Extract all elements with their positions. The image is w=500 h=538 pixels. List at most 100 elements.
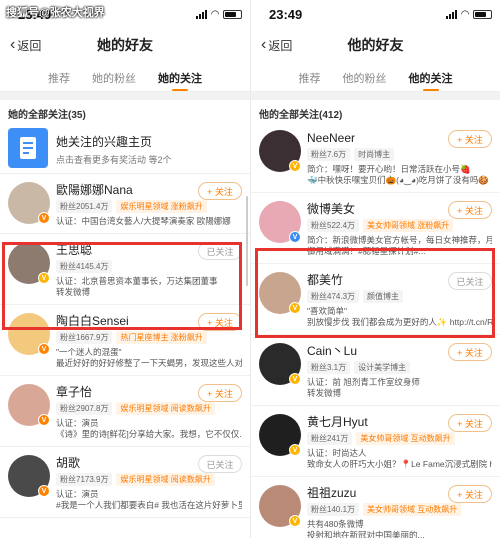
wifi-icon: ◠ (211, 8, 219, 20)
user-meta: 粉丝2051.4万 娱乐明星领域 涨粉飙升 (56, 200, 242, 213)
tab-bar: 推荐 她的粉丝 她的关注 (0, 62, 250, 92)
fans-count: 粉丝2907.8万 (56, 402, 113, 415)
user-row[interactable]: V 章子怡 粉丝2907.8万 娱乐明星领域 阅读数飙升 认证：演员 《诗》里的诗[鲜花]… (0, 376, 250, 447)
fans-count: 粉丝1667.9万 (56, 331, 113, 344)
scrollbar[interactable] (246, 196, 248, 286)
verified-badge-icon: V (38, 343, 50, 355)
fans-count: 粉丝3.1万 (307, 361, 351, 374)
tab-fans[interactable]: 他的粉丝 (343, 62, 387, 91)
category-tag: 热门星座博主 涨粉飙升 (116, 331, 207, 344)
user-description: 认证：中国台湾女藝人/大提琴演奏家 歐陽娜娜 (56, 216, 231, 226)
back-label: 返回 (17, 38, 42, 53)
wifi-icon: ◠ (461, 8, 469, 20)
user-description: 简介：嘿呀！要开心哟！日常活跃在小号🍓 (307, 164, 471, 174)
right-phone-screen: 23:49 ◠ ‹ 返回 他的好友 推荐 他的粉丝 他的关注 他的全部关注(412… (250, 0, 500, 538)
battery-icon (473, 9, 492, 19)
fans-count: 粉丝7.6万 (307, 148, 351, 161)
user-meta: 粉丝3.1万 设计美学博主 (307, 361, 492, 374)
verified-badge-icon: V (289, 160, 301, 172)
verified-badge-icon: V (289, 515, 301, 527)
verified-badge-icon: V (38, 414, 50, 426)
user-description: 认证：演员 (56, 418, 99, 428)
user-description: 认证：演员 (56, 489, 99, 499)
follow-button[interactable]: + 关注 (198, 182, 242, 200)
user-description: "一个迷人的混蛋" (56, 347, 122, 357)
divider (0, 92, 250, 100)
document-icon (8, 128, 48, 168)
user-row[interactable]: V 歐陽娜娜Nana 粉丝2051.4万 娱乐明星领域 涨粉飙升 认证：中国台湾女藝人/… (0, 174, 250, 234)
user-row[interactable]: V 胡歌 粉丝7173.9万 娱乐明星领域 阅读数飙升 认证：演员 #我是一个人我们都要表… (0, 447, 250, 518)
user-meta: 粉丝7173.9万 娱乐明星领域 阅读数飙升 (56, 473, 242, 486)
latest-post: 转发微博 (307, 388, 342, 398)
tab-recommend[interactable]: 推荐 (299, 62, 321, 91)
user-row[interactable]: V NeeNeer 粉丝7.6万 时尚博主 简介：嘿呀！要开心哟！日常活跃在小号🍓 🐳中秋… (251, 122, 500, 193)
follow-button[interactable]: + 关注 (448, 201, 492, 219)
follow-button[interactable]: + 关注 (448, 414, 492, 432)
chevron-left-icon: ‹ (261, 36, 267, 53)
user-description: 认证：时尚达人 (307, 448, 367, 458)
highlight-box (2, 242, 242, 330)
signal-icon (446, 9, 458, 19)
nav-bar: ‹ 返回 她的好友 (0, 28, 250, 62)
category-tag: 美女帅哥领域 互动数飙升 (356, 432, 455, 445)
divider (251, 92, 500, 100)
status-bar: 23:49 ◠ (251, 0, 500, 28)
followed-button[interactable]: 已关注 (198, 455, 242, 473)
verified-badge-icon: V (38, 212, 50, 224)
user-row[interactable]: V Cain丶Lu 粉丝3.1万 设计美学博主 认证：前 旭剂青工作室纹身师 转发微博 + … (251, 335, 500, 406)
fans-count: 粉丝140.1万 (307, 503, 360, 516)
user-row[interactable]: V 祖祖zuzu 粉丝140.1万 美女帅哥领域 互动数飙升 共有480条微博 投射和地在… (251, 477, 500, 538)
highlight-box (255, 248, 495, 338)
watermark-text: 搜狐号@张农大视界 (6, 7, 105, 19)
verified-badge-icon: V (289, 373, 301, 385)
verified-badge-icon: V (38, 485, 50, 497)
signal-icon (196, 9, 208, 19)
user-description: 简介：新浪微博美女官方帐号，每日女神推荐，月... (307, 235, 492, 245)
screenshot-root: 23:49 ◠ ‹ 返回 她的好友 推荐 她的粉丝 她的关注 她的全部关注(35)… (0, 0, 500, 538)
status-icons: ◠ (196, 9, 242, 20)
status-icons: ◠ (446, 9, 492, 20)
fans-count: 粉丝7173.9万 (56, 473, 113, 486)
interest-title: 她关注的兴趣主页 (56, 135, 153, 149)
follow-button[interactable]: + 关注 (448, 130, 492, 148)
category-tag: 娱乐明星领域 阅读数飙升 (116, 473, 215, 486)
section-title: 他的全部关注(412) (259, 110, 343, 121)
user-meta: 粉丝241万 美女帅哥领域 互动数飙升 (307, 432, 492, 445)
fans-count: 粉丝241万 (307, 432, 353, 445)
latest-post: 最近好好的好好修整了一下天蝎男，发现这些人对于爱... (56, 358, 242, 368)
latest-post: #我是一个人我们都要表白# 我也活在这片好萝卜里... (56, 500, 242, 510)
tab-following[interactable]: 他的关注 (409, 62, 453, 91)
user-meta: 粉丝1667.9万 热门星座博主 涨粉飙升 (56, 331, 242, 344)
follow-button[interactable]: + 关注 (448, 485, 492, 503)
battery-icon (223, 9, 242, 19)
latest-post: 《诗》里的诗[鲜花]分享给大家。我想，它不仅仅... (56, 429, 242, 439)
user-meta: 粉丝522.4万 美女帅哥领域 涨粉飙升 (307, 219, 492, 232)
user-row[interactable]: V 黄七月Hyut 粉丝241万 美女帅哥领域 互动数飙升 认证：时尚达人 致命女人の肝巧… (251, 406, 500, 477)
fans-count: 粉丝522.4万 (307, 219, 360, 232)
category-tag: 娱乐明星领域 阅读数飙升 (116, 402, 215, 415)
tab-recommend[interactable]: 推荐 (48, 62, 70, 91)
fans-count: 粉丝2051.4万 (56, 200, 113, 213)
back-label: 返回 (268, 38, 293, 53)
category-tag: 时尚博主 (354, 148, 395, 161)
interest-subtitle: 点击查看更多有奖活动 等2个 (56, 155, 172, 165)
status-time: 23:49 (269, 6, 303, 22)
latest-post: 🐳中秋快乐嘿宝贝们🎃(◕‿◕)吃月饼了没有吗🍪 (307, 175, 490, 185)
back-button[interactable]: ‹ 返回 (261, 37, 292, 54)
left-phone-screen: 23:49 ◠ ‹ 返回 她的好友 推荐 她的粉丝 她的关注 她的全部关注(35)… (0, 0, 250, 538)
follow-button[interactable]: + 关注 (198, 384, 242, 402)
latest-post: 致命女人の肝巧大小姐？📍Le Fame沉浸式剧院 h... (307, 459, 492, 469)
back-button[interactable]: ‹ 返回 (10, 37, 41, 54)
user-meta: 粉丝140.1万 美女帅哥领域 互动数飙升 (307, 503, 492, 516)
nav-bar: ‹ 返回 他的好友 (251, 28, 500, 62)
category-tag: 娱乐明星领域 涨粉飙升 (116, 200, 207, 213)
tab-following[interactable]: 她的关注 (158, 62, 202, 91)
category-tag: 美女帅哥领域 涨粉飙升 (363, 219, 454, 232)
follow-button[interactable]: + 关注 (448, 343, 492, 361)
user-meta: 粉丝2907.8万 娱乐明星领域 阅读数飙升 (56, 402, 242, 415)
user-description: 共有480条微博 (307, 519, 364, 529)
interest-pages-row[interactable]: 她关注的兴趣主页 点击查看更多有奖活动 等2个 (0, 122, 250, 174)
verified-badge-icon: V (289, 231, 301, 243)
tab-fans[interactable]: 她的粉丝 (92, 62, 136, 91)
user-list: V 歐陽娜娜Nana 粉丝2051.4万 娱乐明星领域 涨粉飙升 认证：中国台湾女藝人/… (0, 174, 250, 518)
